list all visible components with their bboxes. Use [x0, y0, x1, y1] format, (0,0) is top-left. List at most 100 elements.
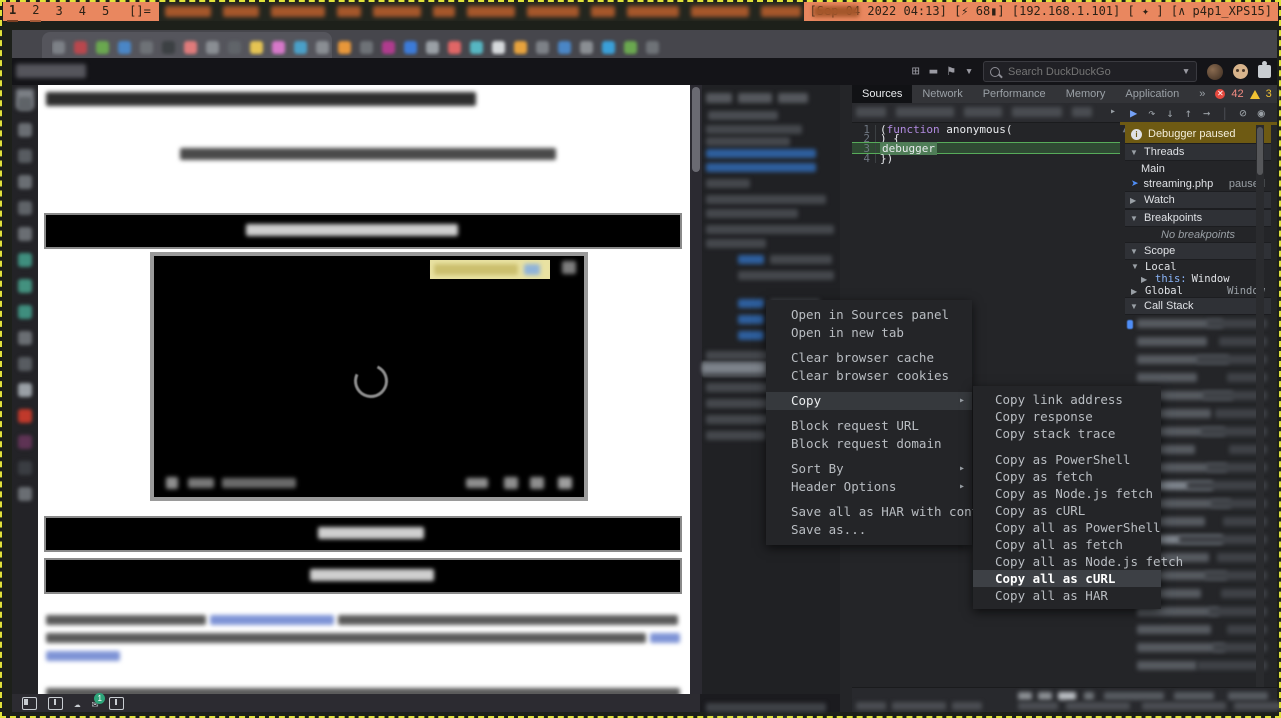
step-over-icon[interactable]: ↷: [1148, 106, 1155, 120]
redacted-subtab[interactable]: [706, 93, 732, 103]
redacted-request-row[interactable]: [706, 431, 766, 440]
menu-item-save-har[interactable]: Save all as HAR with content: [766, 503, 972, 521]
blurred-tab-favicon[interactable]: [558, 41, 571, 54]
blurred-tab-favicon[interactable]: [96, 41, 109, 54]
blurred-vertical-tab[interactable]: [18, 253, 32, 267]
workspace-3[interactable]: 3: [53, 2, 64, 21]
redacted-request-row[interactable]: [738, 271, 834, 280]
extension-monkey-icon[interactable]: [1233, 64, 1248, 79]
threads-section-header[interactable]: ▼ Threads: [1125, 143, 1271, 161]
blurred-vertical-tab[interactable]: [18, 175, 32, 189]
tab-application[interactable]: Application: [1115, 85, 1189, 103]
workspace-2[interactable]: 2: [30, 1, 41, 22]
blurred-vertical-tab[interactable]: [18, 383, 32, 397]
error-icon[interactable]: ✕: [1215, 89, 1225, 99]
submenu-item-copy-all-as-har[interactable]: Copy all as HAR: [973, 587, 1161, 604]
blurred-tab-favicon[interactable]: [184, 41, 197, 54]
panel-toggle-icon[interactable]: ▸: [1110, 106, 1116, 117]
submenu-item-copy-as-powershell[interactable]: Copy as PowerShell: [973, 451, 1161, 468]
menu-item-header-options[interactable]: Header Options▸: [766, 478, 972, 496]
redacted-request-row[interactable]: [706, 195, 826, 204]
blurred-tab-favicon[interactable]: [140, 41, 153, 54]
blurred-tab-favicon[interactable]: [360, 41, 373, 54]
redacted-request-row[interactable]: [706, 125, 802, 134]
tab-sources[interactable]: Sources: [852, 85, 912, 103]
search-input[interactable]: [1006, 65, 1176, 79]
redacted-request-row[interactable]: [738, 299, 764, 308]
redacted-subtab[interactable]: [778, 93, 808, 103]
redacted-request-row[interactable]: [706, 137, 790, 146]
blurred-tab-favicon[interactable]: [514, 41, 527, 54]
scope-section-header[interactable]: ▼ Scope: [1125, 242, 1271, 260]
blurred-tab-favicon[interactable]: [162, 41, 175, 54]
blurred-vertical-tab[interactable]: [18, 97, 32, 111]
blurred-tab-favicon[interactable]: [316, 41, 329, 54]
search-box[interactable]: ▾: [983, 61, 1197, 82]
ad-banner[interactable]: [430, 260, 550, 279]
pause-on-exceptions-icon[interactable]: ◉: [1258, 106, 1265, 120]
step-out-icon[interactable]: ↑: [1185, 106, 1192, 120]
page-scrollbar[interactable]: [690, 85, 702, 694]
blurred-vertical-tab[interactable]: [18, 305, 32, 319]
submenu-item-copy-all-as-powershell[interactable]: Copy all as PowerShell: [973, 519, 1161, 536]
blurred-tab-favicon[interactable]: [250, 41, 263, 54]
blurred-tab-favicon[interactable]: [118, 41, 131, 54]
watch-section-header[interactable]: ▶ Watch: [1125, 191, 1271, 209]
breakpoints-section-header[interactable]: ▼ Breakpoints: [1125, 209, 1271, 227]
redacted-stack-frame[interactable]: [1137, 643, 1225, 652]
workspace-5[interactable]: 5: [100, 2, 111, 21]
redacted-request-row[interactable]: [706, 703, 826, 712]
redacted-subtab[interactable]: [738, 93, 772, 103]
blurred-vertical-tab[interactable]: [18, 487, 32, 501]
menu-item-copy[interactable]: Copy▸: [766, 392, 972, 410]
submenu-item-copy-link[interactable]: Copy link address: [973, 391, 1161, 408]
warning-count[interactable]: 3: [1266, 88, 1272, 100]
blurred-tab-favicon[interactable]: [382, 41, 395, 54]
blurred-vertical-tab[interactable]: [18, 435, 32, 449]
redacted-request-row[interactable]: [706, 149, 816, 158]
cast-button[interactable]: [504, 477, 518, 489]
redacted-file-tab[interactable]: [896, 107, 954, 117]
submenu-item-copy-response[interactable]: Copy response: [973, 408, 1161, 425]
menu-item-clear-cookies[interactable]: Clear browser cookies: [766, 367, 972, 385]
blurred-vertical-tab[interactable]: [18, 461, 32, 475]
redacted-request-row[interactable]: [706, 209, 798, 218]
menu-item-clear-cache[interactable]: Clear browser cache: [766, 349, 972, 367]
tab-network[interactable]: Network: [912, 85, 972, 103]
blurred-tab-favicon[interactable]: [272, 41, 285, 54]
blurred-tab-favicon[interactable]: [448, 41, 461, 54]
blurred-tab-favicon[interactable]: [228, 41, 241, 54]
profile-avatar[interactable]: [1207, 64, 1223, 80]
submenu-item-copy-all-as-nodejs-fetch[interactable]: Copy all as Node.js fetch: [973, 553, 1161, 570]
scope-local-row[interactable]: ▼ Local: [1125, 260, 1271, 273]
grid-icon[interactable]: [109, 697, 124, 710]
redacted-request-row[interactable]: [706, 239, 766, 248]
blurred-tab-favicon[interactable]: [338, 41, 351, 54]
mail-icon[interactable]: ✉1: [92, 697, 99, 710]
card-icon[interactable]: ▬: [930, 64, 938, 79]
menu-item-block-url[interactable]: Block request URL: [766, 417, 972, 435]
redacted-file-tab[interactable]: [856, 107, 886, 117]
redacted-request-row[interactable]: [702, 363, 766, 373]
play-button[interactable]: [166, 477, 178, 489]
workspace-1[interactable]: 1: [7, 1, 18, 22]
redacted-request-row[interactable]: [738, 331, 764, 340]
blurred-vertical-tab[interactable]: [18, 409, 32, 423]
blurred-vertical-tab[interactable]: [18, 201, 32, 215]
tab-memory[interactable]: Memory: [1056, 85, 1116, 103]
redacted-stack-frame[interactable]: [1137, 373, 1197, 382]
blurred-tab-favicon[interactable]: [294, 41, 307, 54]
blurred-tab-favicon[interactable]: [492, 41, 505, 54]
panel-icon[interactable]: [22, 697, 37, 710]
scope-this-row[interactable]: ▶ this: Window: [1125, 273, 1271, 285]
redacted-file-tab[interactable]: [1012, 107, 1062, 117]
redacted-request-row[interactable]: [770, 255, 832, 264]
fullscreen-button[interactable]: [558, 477, 572, 489]
blurred-vertical-tab[interactable]: [18, 357, 32, 371]
submenu-item-copy-as-nodejs-fetch[interactable]: Copy as Node.js fetch: [973, 485, 1161, 502]
redacted-file-tab[interactable]: [1072, 107, 1092, 117]
redacted-file-tab[interactable]: [964, 107, 1002, 117]
redacted-stack-frame[interactable]: [1137, 625, 1211, 634]
blurred-vertical-tab[interactable]: [18, 149, 32, 163]
redacted-nav-buttons[interactable]: [16, 64, 86, 78]
